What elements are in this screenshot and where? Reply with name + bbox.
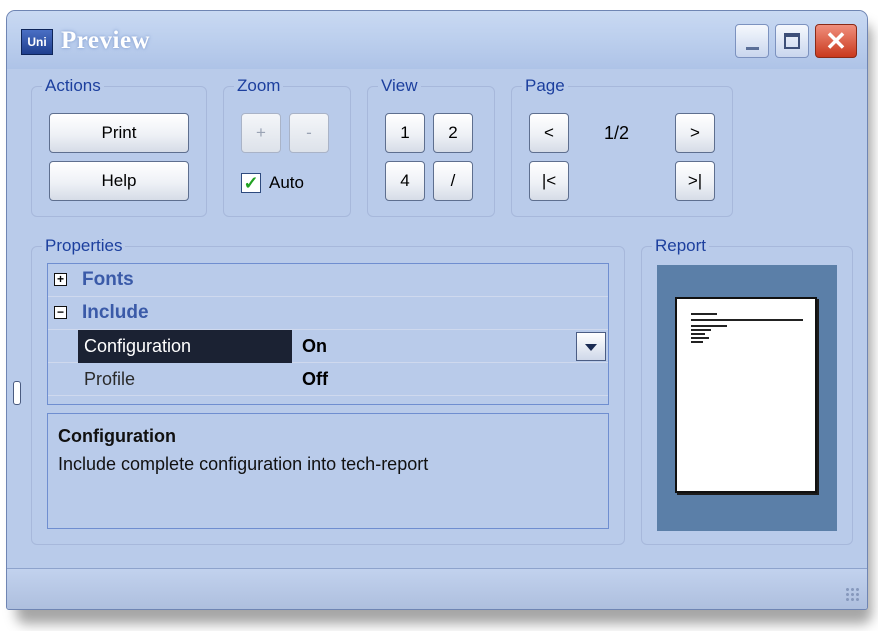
previous-page-button[interactable]: <: [529, 113, 569, 153]
last-page-button[interactable]: >|: [675, 161, 715, 201]
title-bar[interactable]: Uni Preview ✕: [7, 11, 867, 69]
auto-zoom-checkbox[interactable]: ✓: [241, 173, 261, 193]
property-description-panel: Configuration Include complete configura…: [47, 413, 609, 529]
category-label: Include: [82, 302, 149, 323]
view-custom-button[interactable]: /: [433, 161, 473, 201]
thumb-text-line: [691, 337, 709, 339]
help-button[interactable]: Help: [49, 161, 189, 201]
property-grid: + Fonts − Include Configuration On Profi…: [47, 263, 609, 405]
page-legend: Page: [525, 76, 565, 95]
property-row-profile[interactable]: Profile Off: [48, 363, 608, 396]
thumb-text-line: [691, 325, 727, 327]
close-icon: ✕: [825, 26, 847, 56]
maximize-button[interactable]: [775, 24, 809, 58]
app-icon: Uni: [21, 29, 53, 55]
property-value[interactable]: On: [302, 330, 327, 363]
minimize-icon: [746, 47, 759, 50]
page-group: Page < 1/2 > |< >|: [511, 77, 733, 217]
category-row-fonts[interactable]: + Fonts: [48, 264, 608, 297]
actions-group: Actions Print Help: [31, 77, 207, 217]
property-value[interactable]: Off: [302, 363, 328, 396]
first-page-button[interactable]: |<: [529, 161, 569, 201]
zoom-legend: Zoom: [237, 76, 281, 95]
maximize-icon: [784, 33, 800, 49]
dropdown-arrow-icon[interactable]: [576, 332, 606, 361]
zoom-out-button[interactable]: -: [289, 113, 329, 153]
next-page-button[interactable]: >: [675, 113, 715, 153]
view-4-pages-button[interactable]: 4: [385, 161, 425, 201]
view-legend: View: [381, 76, 418, 95]
thumb-text-line: [691, 319, 803, 321]
view-group: View 1 2 4 /: [367, 77, 495, 217]
actions-legend: Actions: [45, 76, 101, 95]
view-1-page-button[interactable]: 1: [385, 113, 425, 153]
close-button[interactable]: ✕: [815, 24, 857, 58]
page-indicator: 1/2: [604, 123, 630, 143]
thumb-text-line: [691, 333, 705, 335]
thumb-text-line: [691, 313, 717, 315]
expand-icon[interactable]: +: [54, 273, 67, 286]
thumb-text-line: [691, 341, 703, 343]
splitter-handle[interactable]: [13, 381, 21, 405]
zoom-group: Zoom + - ✓ Auto: [223, 77, 351, 217]
report-legend: Report: [655, 236, 707, 255]
collapse-icon[interactable]: −: [54, 306, 67, 319]
property-name[interactable]: Profile: [78, 363, 292, 396]
auto-zoom-label: Auto: [269, 173, 304, 192]
category-label: Fonts: [82, 269, 134, 290]
description-title: Configuration: [58, 426, 176, 446]
report-page-thumbnail[interactable]: [675, 297, 817, 493]
status-bar: [7, 568, 867, 609]
properties-legend: Properties: [45, 236, 123, 255]
resize-grip-icon[interactable]: [845, 587, 861, 603]
thumb-text-line: [691, 329, 711, 331]
zoom-in-button[interactable]: +: [241, 113, 281, 153]
property-row-configuration[interactable]: Configuration On: [48, 330, 608, 363]
report-thumbnail-panel[interactable]: [657, 265, 837, 531]
description-text: Include complete configuration into tech…: [58, 454, 429, 474]
view-2-pages-button[interactable]: 2: [433, 113, 473, 153]
minimize-button[interactable]: [735, 24, 769, 58]
preview-window: Uni Preview ✕ Actions Print Help Zoom + …: [6, 10, 868, 610]
window-title: Preview: [61, 27, 151, 54]
category-row-include[interactable]: − Include: [48, 297, 608, 330]
property-name[interactable]: Configuration: [78, 330, 292, 363]
print-button[interactable]: Print: [49, 113, 189, 153]
